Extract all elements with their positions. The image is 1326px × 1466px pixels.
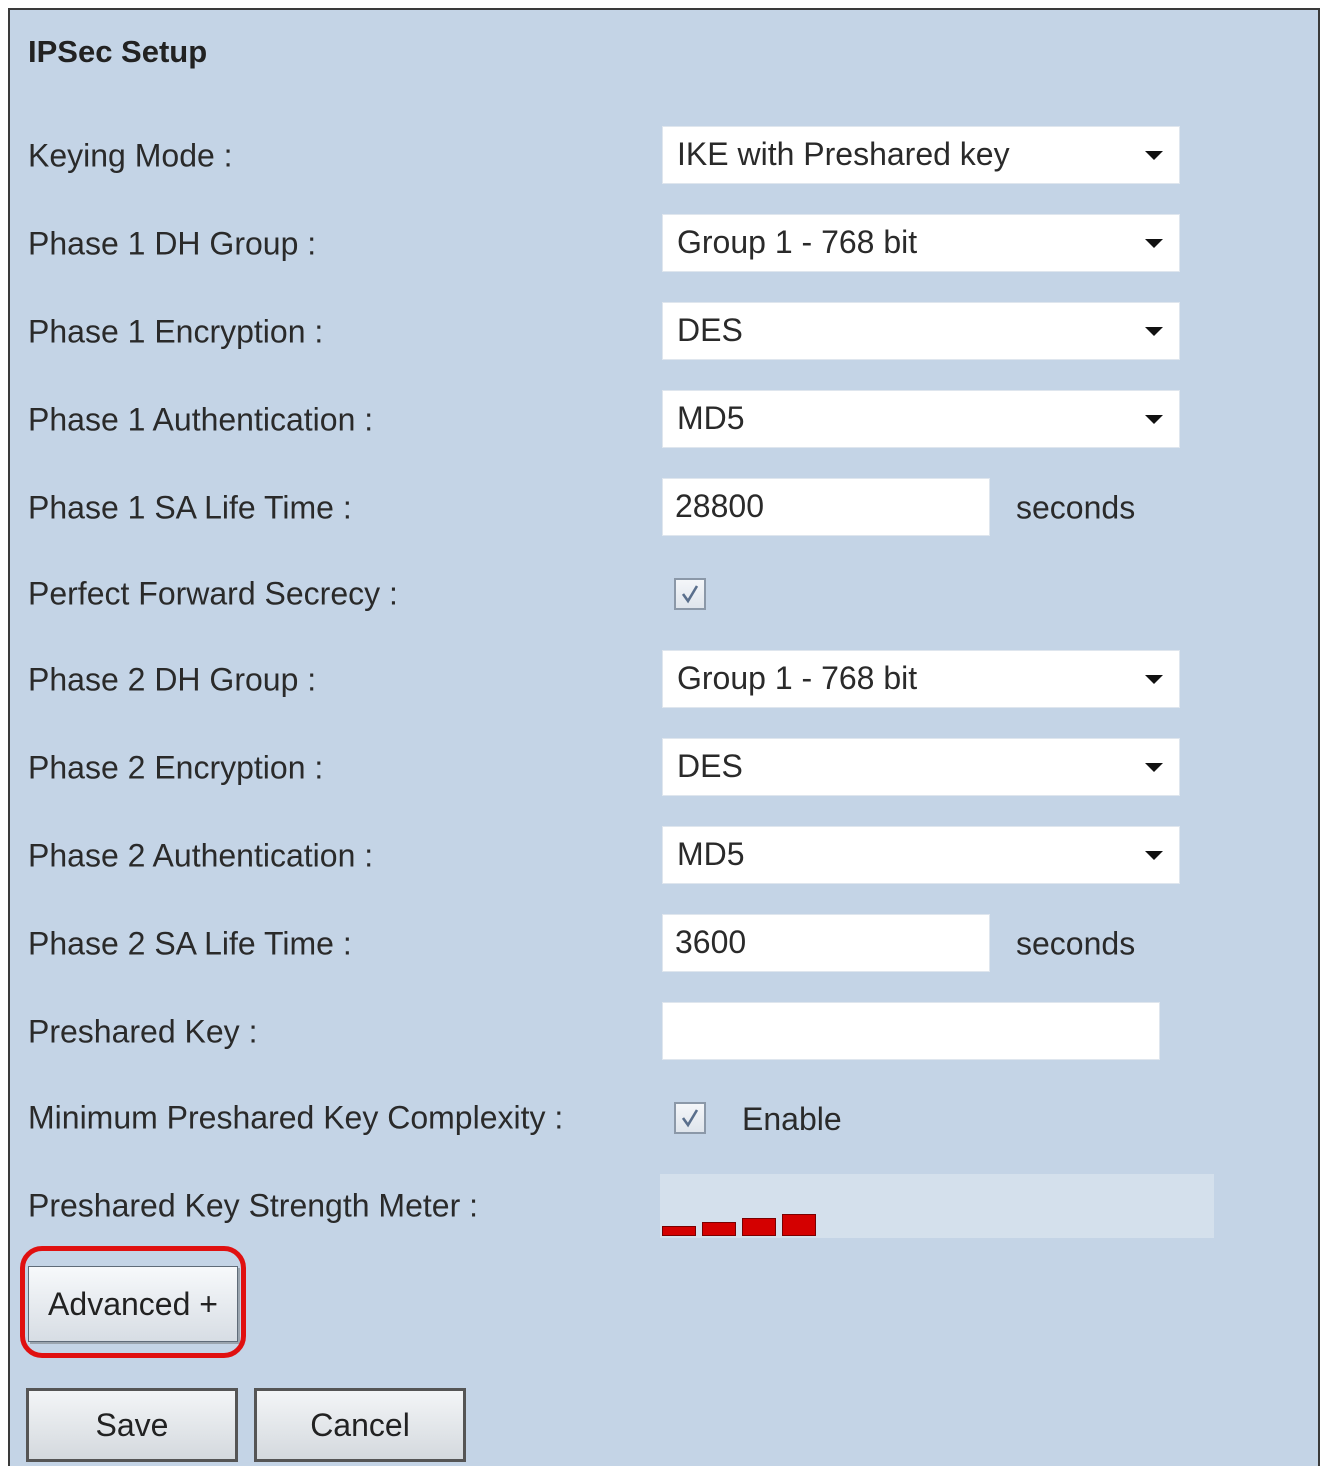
cancel-button[interactable]: Cancel (254, 1388, 466, 1462)
phase2-lifetime-value: 3600 (675, 923, 747, 960)
phase1-authentication-row: Phase 1 Authentication : MD5 (10, 390, 1318, 450)
strength-bar-4 (782, 1214, 816, 1236)
pfs-checkbox[interactable] (674, 578, 706, 610)
chevron-down-icon (1145, 151, 1163, 160)
phase1-authentication-select[interactable]: MD5 (662, 390, 1180, 448)
min-complexity-checkbox[interactable] (674, 1102, 706, 1134)
min-complexity-row: Minimum Preshared Key Complexity : Enabl… (10, 1088, 1318, 1148)
phase1-lifetime-input[interactable]: 28800 (662, 478, 990, 536)
chevron-down-icon (1145, 851, 1163, 860)
strength-meter-label: Preshared Key Strength Meter : (28, 1187, 478, 1224)
phase1-lifetime-unit: seconds (1016, 489, 1136, 526)
phase2-dh-label: Phase 2 DH Group : (28, 661, 317, 698)
highlight-annotation (20, 1246, 246, 1358)
phase2-lifetime-label: Phase 2 SA Life Time : (28, 925, 352, 962)
phase2-lifetime-unit: seconds (1016, 925, 1136, 962)
checkmark-icon (681, 585, 699, 604)
preshared-key-label: Preshared Key : (28, 1013, 258, 1050)
phase2-lifetime-input[interactable]: 3600 (662, 914, 990, 972)
phase2-authentication-row: Phase 2 Authentication : MD5 (10, 826, 1318, 886)
phase1-authentication-value: MD5 (677, 399, 745, 436)
keying-mode-label: Keying Mode : (28, 137, 233, 174)
strength-bar-2 (702, 1222, 736, 1236)
phase2-encryption-value: DES (677, 747, 743, 784)
phase2-authentication-select[interactable]: MD5 (662, 826, 1180, 884)
phase2-encryption-label: Phase 2 Encryption : (28, 749, 324, 786)
strength-meter (660, 1174, 1214, 1238)
save-button[interactable]: Save (26, 1388, 238, 1462)
keying-mode-row: Keying Mode : IKE with Preshared key (10, 126, 1318, 186)
phase2-dh-row: Phase 2 DH Group : Group 1 - 768 bit (10, 650, 1318, 710)
phase1-lifetime-value: 28800 (675, 487, 764, 524)
pfs-row: Perfect Forward Secrecy : (10, 564, 1318, 624)
phase2-lifetime-row: Phase 2 SA Life Time : 3600 seconds (10, 914, 1318, 974)
strength-bar-3 (742, 1218, 776, 1236)
pfs-label: Perfect Forward Secrecy : (28, 575, 398, 612)
strength-bar-1 (662, 1226, 696, 1236)
preshared-key-row: Preshared Key : (10, 1002, 1318, 1062)
phase1-encryption-select[interactable]: DES (662, 302, 1180, 360)
phase1-encryption-value: DES (677, 311, 743, 348)
phase1-lifetime-row: Phase 1 SA Life Time : 28800 seconds (10, 478, 1318, 538)
phase1-dh-label: Phase 1 DH Group : (28, 225, 317, 262)
phase1-lifetime-label: Phase 1 SA Life Time : (28, 489, 352, 526)
phase2-encryption-row: Phase 2 Encryption : DES (10, 738, 1318, 798)
chevron-down-icon (1145, 239, 1163, 248)
phase1-authentication-label: Phase 1 Authentication : (28, 401, 374, 438)
chevron-down-icon (1145, 763, 1163, 772)
chevron-down-icon (1145, 415, 1163, 424)
chevron-down-icon (1145, 675, 1163, 684)
phase1-dh-value: Group 1 - 768 bit (677, 223, 918, 260)
phase1-dh-select[interactable]: Group 1 - 768 bit (662, 214, 1180, 272)
keying-mode-select[interactable]: IKE with Preshared key (662, 126, 1180, 184)
phase2-dh-select[interactable]: Group 1 - 768 bit (662, 650, 1180, 708)
section-title: IPSec Setup (28, 34, 208, 69)
phase1-dh-row: Phase 1 DH Group : Group 1 - 768 bit (10, 214, 1318, 274)
phase2-dh-value: Group 1 - 768 bit (677, 659, 918, 696)
ipsec-setup-panel: IPSec Setup Keying Mode : IKE with Presh… (8, 8, 1320, 1466)
chevron-down-icon (1145, 327, 1163, 336)
phase2-authentication-label: Phase 2 Authentication : (28, 837, 374, 874)
phase2-encryption-select[interactable]: DES (662, 738, 1180, 796)
phase1-encryption-label: Phase 1 Encryption : (28, 313, 324, 350)
min-complexity-label: Minimum Preshared Key Complexity : (28, 1099, 564, 1136)
phase2-authentication-value: MD5 (677, 835, 745, 872)
checkmark-icon (681, 1109, 699, 1128)
phase1-encryption-row: Phase 1 Encryption : DES (10, 302, 1318, 362)
preshared-key-input[interactable] (662, 1002, 1160, 1060)
enable-label: Enable (742, 1100, 842, 1137)
keying-mode-value: IKE with Preshared key (677, 135, 1010, 172)
